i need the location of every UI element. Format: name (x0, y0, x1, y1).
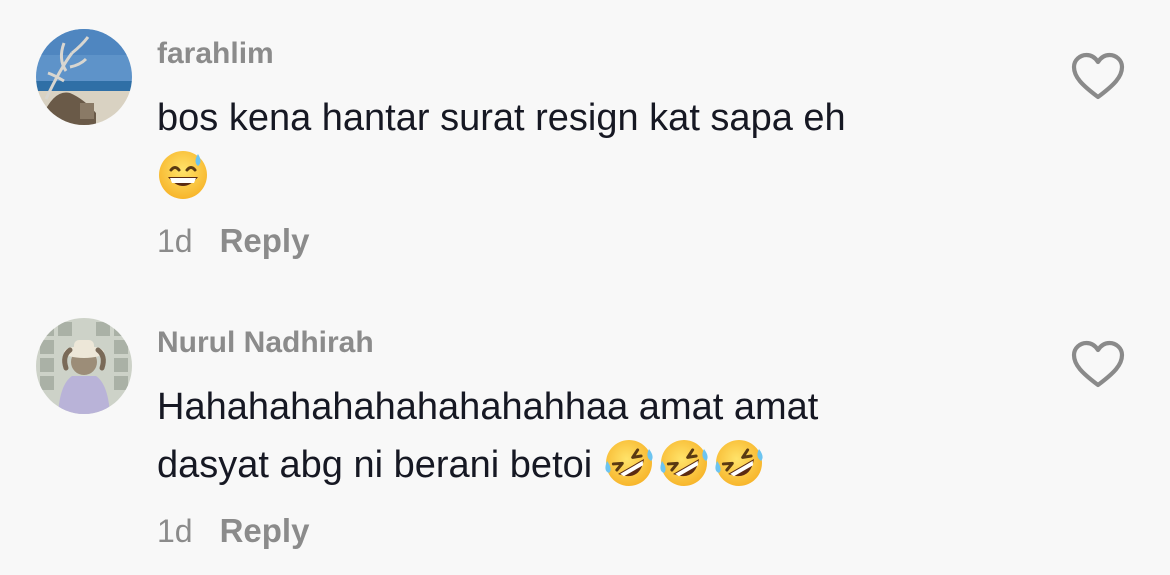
avatar-image (36, 318, 132, 414)
rolling-on-the-floor-laughing-emoji (603, 437, 655, 489)
comment-text-line-with-emoji: dasyat abg ni berani betoi (157, 436, 1037, 494)
rolling-on-the-floor-laughing-emoji (713, 437, 765, 489)
reply-button[interactable]: Reply (220, 222, 310, 260)
comment-text-line: bos kena hantar surat resign kat sapa eh (157, 97, 846, 139)
comment-emoji-line (157, 147, 1037, 205)
comment-meta: 1d Reply (157, 512, 309, 550)
comment-item: Nurul Nadhirah Hahahahahahahahahahhaa am… (0, 290, 1170, 575)
heart-outline-icon[interactable] (1070, 52, 1126, 102)
comment-username[interactable]: Nurul Nadhirah (157, 326, 374, 360)
comment-item: farahlim bos kena hantar surat resign ka… (0, 0, 1170, 290)
avatar[interactable] (36, 29, 132, 125)
heart-outline-icon[interactable] (1070, 340, 1126, 390)
comment-text: Hahahahahahahahahahhaa amat amat dasyat … (157, 378, 1037, 494)
comment-meta: 1d Reply (157, 222, 309, 260)
rolling-on-the-floor-laughing-emoji (658, 437, 710, 489)
reply-button[interactable]: Reply (220, 512, 310, 550)
comment-text-fragment: dasyat abg ni berani betoi (157, 444, 593, 486)
comment-text: bos kena hantar surat resign kat sapa eh (157, 89, 1037, 205)
comment-text-line: Hahahahahahahahahahhaa amat amat (157, 386, 819, 428)
comment-timestamp: 1d (157, 223, 193, 259)
grinning-face-with-sweat-emoji (157, 148, 209, 200)
comment-username[interactable]: farahlim (157, 37, 274, 71)
avatar-image (36, 29, 132, 125)
avatar[interactable] (36, 318, 132, 414)
comment-timestamp: 1d (157, 513, 193, 549)
